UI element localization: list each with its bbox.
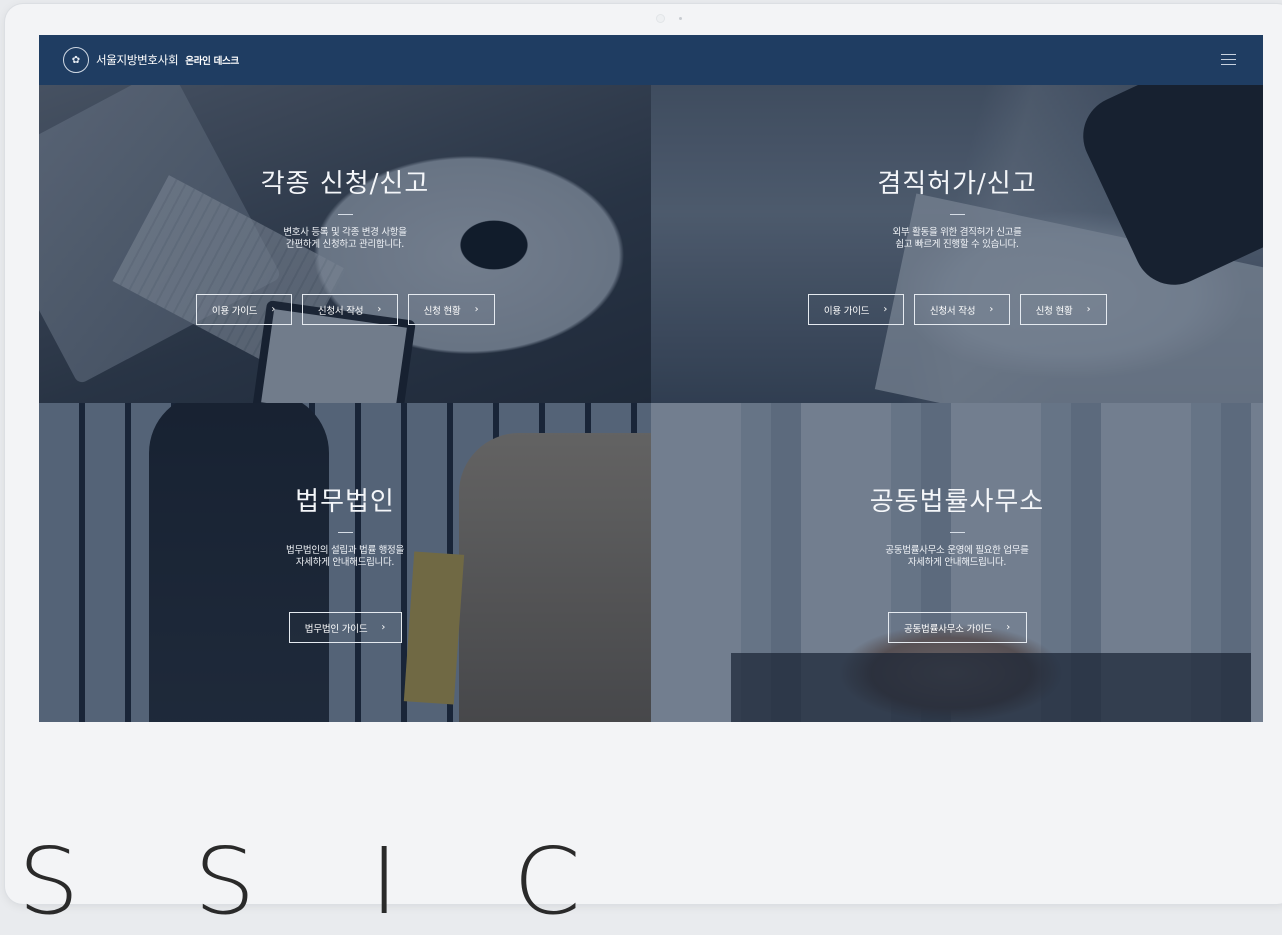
panel-desc-line2: 쉽고 빠르게 진행할 수 있습니다. bbox=[895, 239, 1019, 250]
navbar: ✿ 서울지방변호사회 온라인 데스크 bbox=[39, 35, 1263, 85]
panel-content: 겸직허가/신고 외부 활동을 위한 겸직허가 신고를 쉽고 빠르게 진행할 수 … bbox=[651, 163, 1263, 325]
panel-joint-law-office: 공동법률사무소 공동법률사무소 운영에 필요한 업무를 자세하게 안내해드립니다… bbox=[651, 403, 1263, 722]
chevron-right-icon: › bbox=[1006, 622, 1011, 633]
button-label: 이용 가이드 bbox=[211, 305, 258, 317]
panel-title: 겸직허가/신고 bbox=[877, 169, 1037, 199]
panel-title: 각종 신청/신고 bbox=[260, 169, 430, 199]
sensor-dot bbox=[679, 17, 682, 20]
panel-buttons: 공동법률사무소 가이드 › bbox=[651, 612, 1263, 643]
button-label: 법무법인 가이드 bbox=[304, 623, 368, 635]
chevron-right-icon: › bbox=[377, 304, 382, 315]
chevron-right-icon: › bbox=[989, 304, 994, 315]
chevron-right-icon: › bbox=[474, 304, 479, 315]
chevron-right-icon: › bbox=[1086, 304, 1091, 315]
panel-desc-line2: 간편하게 신청하고 관리합니다. bbox=[286, 239, 404, 250]
write-application-button[interactable]: 신청서 작성 › bbox=[301, 294, 398, 325]
org-name[interactable]: 서울지방변호사회 bbox=[96, 52, 179, 68]
panel-title: 공동법률사무소 bbox=[869, 487, 1045, 517]
joint-office-guide-button[interactable]: 공동법률사무소 가이드 › bbox=[887, 612, 1027, 643]
panel-applications: 각종 신청/신고 변호사 등록 및 각종 변경 사항을 간편하게 신청하고 관리… bbox=[39, 85, 651, 403]
button-label: 신청서 작성 bbox=[929, 305, 976, 317]
button-label: 신청 현황 bbox=[423, 305, 461, 317]
panel-concurrent-employment: 겸직허가/신고 외부 활동을 위한 겸직허가 신고를 쉽고 빠르게 진행할 수 … bbox=[651, 85, 1263, 403]
chevron-right-icon: › bbox=[271, 304, 276, 315]
title-divider bbox=[949, 532, 965, 533]
application-status-button[interactable]: 신청 현황 › bbox=[1019, 294, 1107, 325]
panel-desc-line1: 공동법률사무소 운영에 필요한 업무를 bbox=[885, 545, 1029, 556]
service-name[interactable]: 온라인 데스크 bbox=[185, 53, 239, 67]
hamburger-menu-icon[interactable] bbox=[1221, 54, 1236, 66]
camera-icon bbox=[656, 14, 665, 23]
emblem-icon[interactable]: ✿ bbox=[63, 47, 89, 73]
button-label: 신청 현황 bbox=[1035, 305, 1073, 317]
panel-content: 각종 신청/신고 변호사 등록 및 각종 변경 사항을 간편하게 신청하고 관리… bbox=[39, 163, 651, 325]
button-label: 이용 가이드 bbox=[823, 305, 870, 317]
tablet-frame: ✿ 서울지방변호사회 온라인 데스크 각종 신청/신고 변호사 등록 및 각종 … bbox=[5, 4, 1282, 904]
title-divider bbox=[337, 532, 353, 533]
panel-content: 법무법인 법무법인의 설립과 법률 행정을 자세하게 안내해드립니다. 법무법인… bbox=[39, 481, 651, 643]
title-divider bbox=[949, 214, 965, 215]
application-status-button[interactable]: 신청 현황 › bbox=[407, 294, 495, 325]
panel-buttons: 이용 가이드 › 신청서 작성 › 신청 현황 › bbox=[39, 294, 651, 325]
screen: ✿ 서울지방변호사회 온라인 데스크 각종 신청/신고 변호사 등록 및 각종 … bbox=[39, 35, 1263, 722]
panel-desc-line2: 자세하게 안내해드립니다. bbox=[907, 557, 1007, 568]
guide-button[interactable]: 이용 가이드 › bbox=[195, 294, 292, 325]
chevron-right-icon: › bbox=[381, 622, 386, 633]
button-label: 신청서 작성 bbox=[317, 305, 364, 317]
law-firm-guide-button[interactable]: 법무법인 가이드 › bbox=[288, 612, 402, 643]
guide-button[interactable]: 이용 가이드 › bbox=[807, 294, 904, 325]
chevron-right-icon: › bbox=[883, 304, 888, 315]
panel-desc-line1: 법무법인의 설립과 법률 행정을 bbox=[286, 545, 404, 556]
panel-desc-line1: 외부 활동을 위한 겸직허가 신고를 bbox=[892, 227, 1022, 238]
panel-buttons: 이용 가이드 › 신청서 작성 › 신청 현황 › bbox=[651, 294, 1263, 325]
panel-content: 공동법률사무소 공동법률사무소 운영에 필요한 업무를 자세하게 안내해드립니다… bbox=[651, 481, 1263, 643]
panel-desc-line2: 자세하게 안내해드립니다. bbox=[295, 557, 395, 568]
panel-buttons: 법무법인 가이드 › bbox=[39, 612, 651, 643]
panel-law-firm: 법무법인 법무법인의 설립과 법률 행정을 자세하게 안내해드립니다. 법무법인… bbox=[39, 403, 651, 722]
button-label: 공동법률사무소 가이드 bbox=[903, 623, 993, 635]
panel-title: 법무법인 bbox=[295, 487, 395, 517]
write-application-button[interactable]: 신청서 작성 › bbox=[913, 294, 1010, 325]
panel-desc-line1: 변호사 등록 및 각종 변경 사항을 bbox=[283, 227, 407, 238]
title-divider bbox=[337, 214, 353, 215]
